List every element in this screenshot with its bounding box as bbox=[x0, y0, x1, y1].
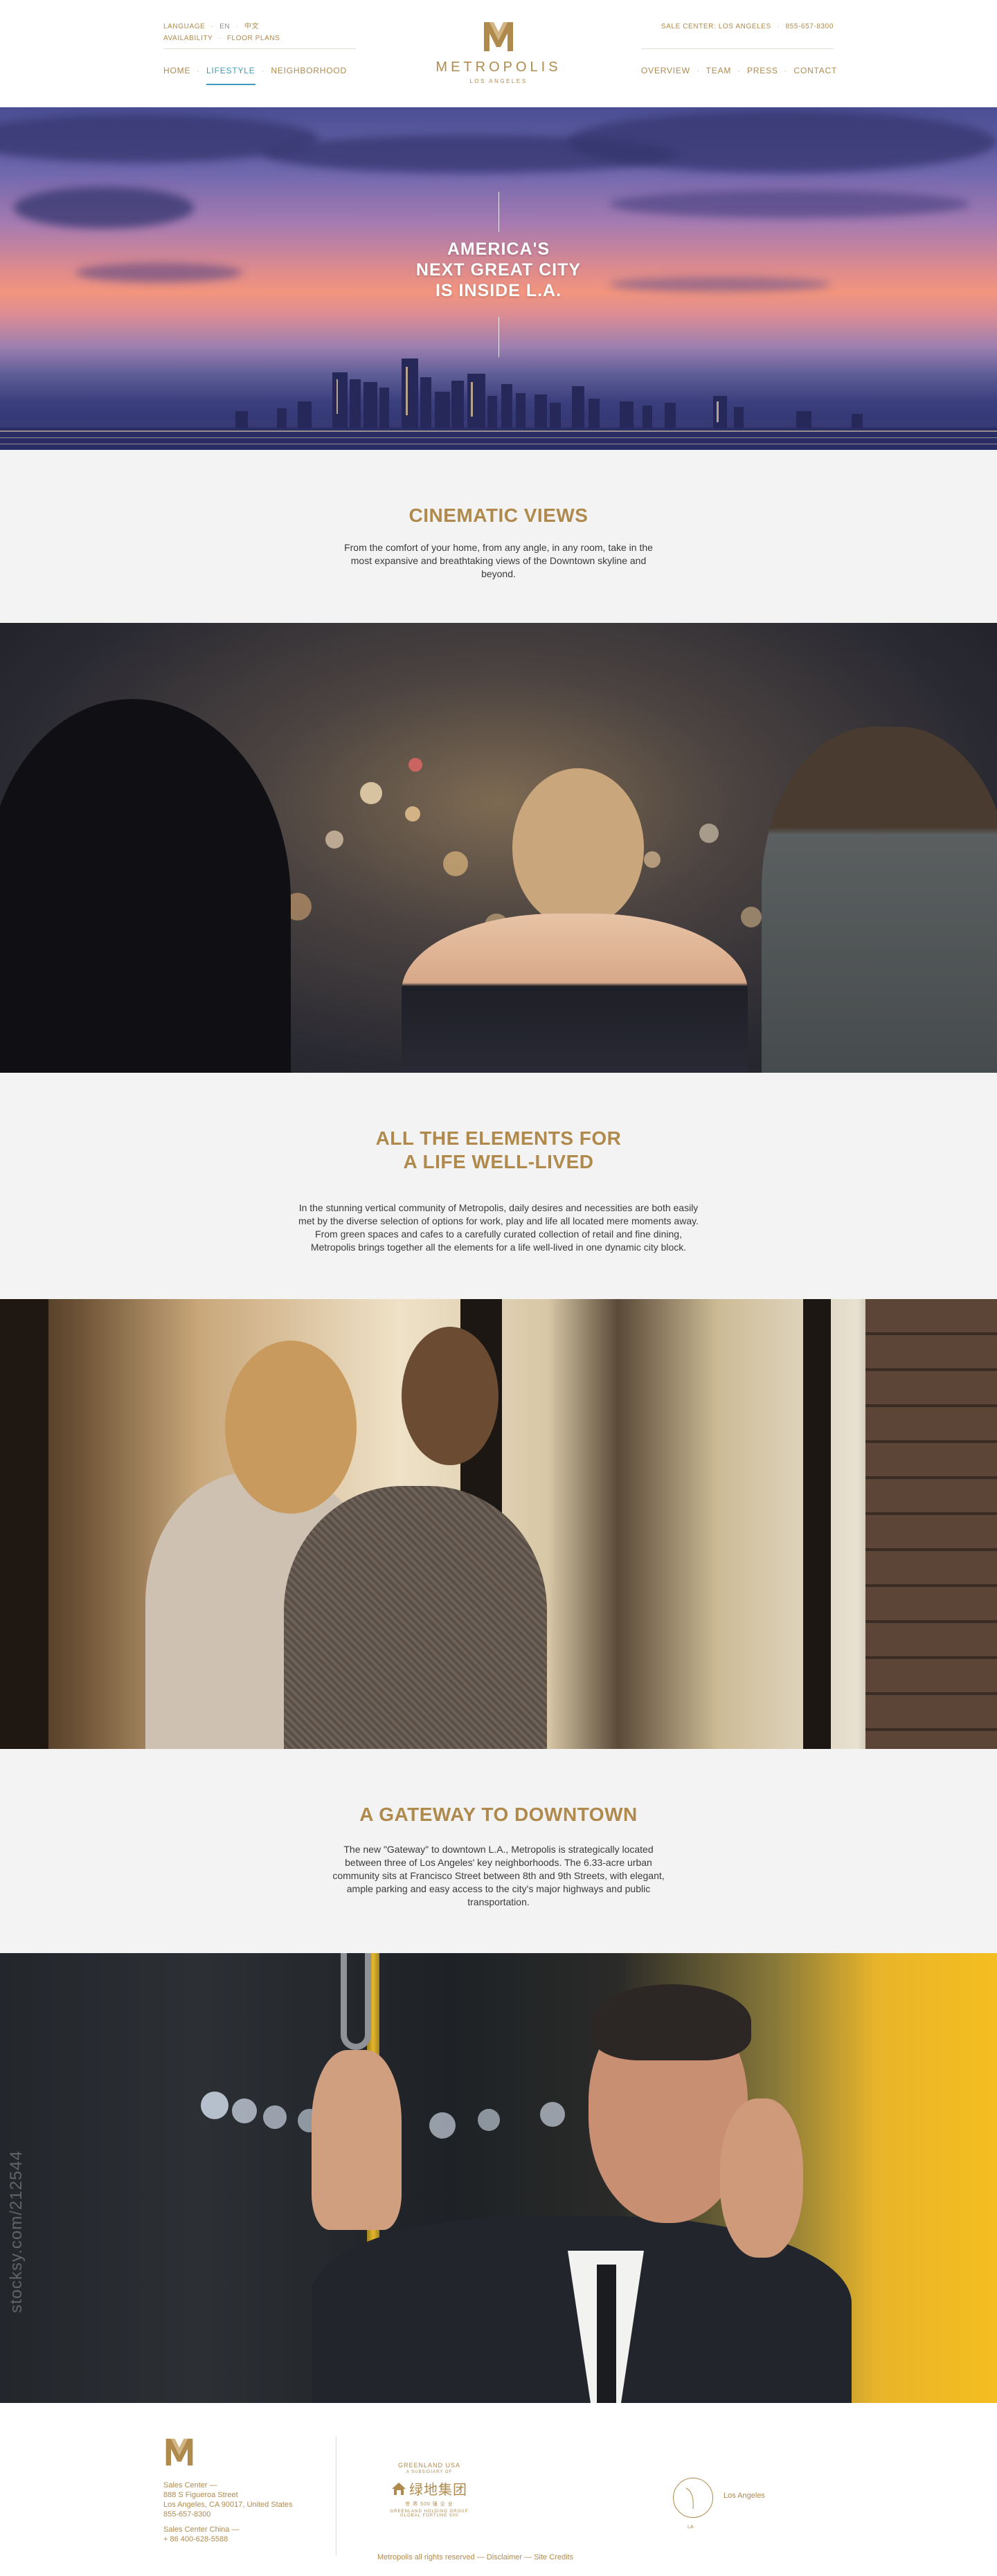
city-skyline-image bbox=[0, 359, 997, 450]
bokeh-light bbox=[360, 782, 382, 804]
seal-caption: LA bbox=[688, 2525, 694, 2530]
china-sales-label: Sales Center China — bbox=[163, 2525, 240, 2534]
footer-m-logo-icon[interactable] bbox=[163, 2436, 195, 2468]
person-left-silhouette bbox=[0, 699, 291, 1073]
utility-row-sales: SALE CENTER: LOS ANGELES · 855-657-8300 bbox=[661, 23, 834, 30]
site-footer: Sales Center — 888 S Figueroa Street Los… bbox=[0, 2403, 997, 2573]
bokeh-light bbox=[408, 758, 422, 772]
section-title: CINEMATIC VIEWS bbox=[408, 505, 589, 526]
city-address: Los Angeles, CA 90017, United States bbox=[163, 2501, 293, 2509]
bokeh-light bbox=[699, 824, 719, 843]
bokeh-light bbox=[232, 2098, 257, 2123]
m-logo-icon bbox=[484, 22, 513, 51]
brand-logo[interactable]: METROPOLIS LOS ANGELES bbox=[0, 19, 997, 84]
man-hand-phone bbox=[720, 2098, 803, 2258]
los-angeles-link[interactable]: Los Angeles bbox=[724, 2492, 765, 2500]
nav-team[interactable]: TEAM bbox=[706, 66, 732, 75]
disclaimer-link[interactable]: Disclaimer bbox=[487, 2553, 522, 2561]
bokeh-light bbox=[405, 806, 420, 822]
greenland-logo: GREENLAND USA A SUBSIDIARY OF 绿地集团 世 界 5… bbox=[390, 2462, 469, 2518]
man-hair bbox=[592, 1984, 751, 2060]
cloud-shape bbox=[568, 111, 997, 173]
cloud-shape bbox=[14, 187, 194, 228]
person-center-hair bbox=[512, 768, 644, 927]
section-gateway: A GATEWAY TO DOWNTOWN The new "Gateway" … bbox=[0, 1749, 997, 1953]
greenland-house-icon bbox=[392, 2482, 406, 2495]
nav-press[interactable]: PRESS bbox=[747, 66, 778, 75]
los-angeles-seal-icon[interactable] bbox=[673, 2478, 713, 2518]
man-tie bbox=[597, 2265, 616, 2403]
footer-legal: Metropolis all rights reserved — Disclai… bbox=[377, 2553, 574, 2561]
cloud-shape bbox=[609, 190, 969, 218]
section-body: In the stunning vertical community of Me… bbox=[298, 1202, 699, 1253]
window-frame bbox=[0, 1299, 48, 1749]
bokeh-light bbox=[429, 2112, 456, 2139]
footer-phone-link[interactable]: 855-657-8300 bbox=[163, 2510, 211, 2519]
photo-cafe bbox=[0, 1299, 997, 1749]
bokeh-light bbox=[540, 2102, 565, 2127]
nav-overview[interactable]: OVERVIEW bbox=[641, 66, 690, 75]
section-title: ALL THE ELEMENTS FOR A LIFE WELL-LIVED bbox=[375, 1127, 622, 1172]
footer-address: Sales Center — 888 S Figueroa Street Los… bbox=[163, 2436, 293, 2544]
sales-center-text: SALE CENTER: LOS ANGELES bbox=[661, 23, 771, 30]
sales-center-label: Sales Center — bbox=[163, 2481, 217, 2489]
china-phone-link[interactable]: + 86 400-628-5588 bbox=[163, 2535, 228, 2543]
raised-arm bbox=[312, 2050, 402, 2230]
man-figure bbox=[284, 1486, 547, 1749]
bokeh-light bbox=[443, 851, 468, 876]
header-right: SALE CENTER: LOS ANGELES · 855-657-8300 … bbox=[641, 21, 838, 75]
section-body: The new "Gateway" to downtown L.A., Metr… bbox=[332, 1844, 665, 1907]
window-frame bbox=[803, 1299, 831, 1749]
bokeh-light bbox=[478, 2109, 500, 2131]
brand-name: METROPOLIS bbox=[435, 60, 562, 75]
section-cinematic-views: CINEMATIC VIEWS From the comfort of your… bbox=[0, 450, 997, 623]
section-elements: ALL THE ELEMENTS FOR A LIFE WELL-LIVED I… bbox=[0, 1073, 997, 1299]
bokeh-light bbox=[644, 851, 661, 868]
hero-headline: AMERICA'S NEXT GREAT CITY IS INSIDE L.A. bbox=[415, 239, 582, 300]
person-right-silhouette bbox=[762, 727, 997, 1073]
hand-strap bbox=[341, 1953, 371, 2050]
header-phone-link[interactable]: 855-657-8300 bbox=[786, 23, 834, 30]
site-header: LANGUAGE · EN · 中文 AVAILABILITY · FLOOR … bbox=[0, 0, 997, 107]
photo-night-view bbox=[0, 623, 997, 1073]
brick-wall bbox=[865, 1299, 997, 1749]
brand-sub: LOS ANGELES bbox=[469, 78, 528, 84]
hero-divider-top bbox=[498, 192, 499, 232]
nav-right: OVERVIEW · TEAM · PRESS · CONTACT bbox=[641, 66, 838, 75]
bokeh-light bbox=[741, 907, 762, 927]
woman-hair bbox=[225, 1341, 357, 1514]
bokeh-light bbox=[263, 2105, 287, 2129]
header-rule-right bbox=[641, 48, 834, 49]
site-credits-link[interactable]: Site Credits bbox=[534, 2553, 573, 2561]
stocksy-watermark: stocksy.com/212544 bbox=[7, 2150, 26, 2313]
photo-subway: stocksy.com/212544 bbox=[0, 1953, 997, 2403]
section-body: From the comfort of your home, from any … bbox=[344, 542, 653, 579]
section-title: A GATEWAY TO DOWNTOWN bbox=[359, 1804, 638, 1825]
copyright-text: Metropolis all rights reserved bbox=[377, 2553, 475, 2561]
man-head bbox=[402, 1327, 498, 1465]
bokeh-light bbox=[201, 2092, 228, 2119]
bokeh-light bbox=[325, 831, 343, 849]
person-center-body bbox=[402, 914, 748, 1073]
nav-contact[interactable]: CONTACT bbox=[793, 66, 837, 75]
street-address: 888 S Figueroa Street bbox=[163, 2491, 238, 2499]
hero-banner: AMERICA'S NEXT GREAT CITY IS INSIDE L.A. bbox=[0, 107, 997, 450]
